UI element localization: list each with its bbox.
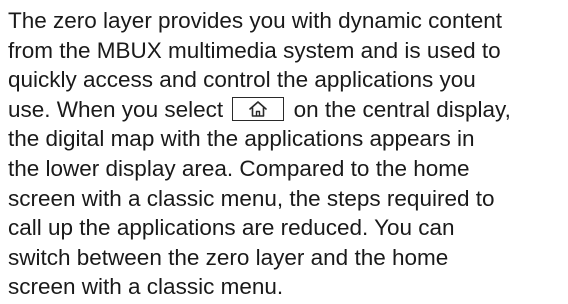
paragraph-line: switch between the zero layer and the ho…: [8, 244, 449, 270]
paragraph-line: The zero layer provides you with dynamic…: [8, 8, 502, 33]
instruction-paragraph: The zero layer provides you with dynamic…: [8, 6, 564, 302]
paragraph-line: call up the applications are reduced. Yo…: [8, 215, 455, 241]
paragraph-line: the digital map with the applications ap…: [8, 126, 475, 152]
home-button-symbol: [232, 96, 285, 121]
paragraph-line: the lower display area. Compared to the …: [8, 155, 470, 181]
paragraph-line: screen with a classic menu, the steps re…: [8, 185, 495, 211]
home-icon: [249, 101, 268, 117]
paragraph-line-segment: use. When you select: [8, 96, 224, 122]
paragraph-line: use. When you select on the central disp…: [8, 95, 564, 125]
paragraph-line-segment: on the central display,: [293, 96, 511, 122]
paragraph-line: quickly access and control the applicati…: [8, 67, 476, 93]
paragraph-line: from the MBUX multimedia system and is u…: [8, 37, 501, 63]
paragraph-line: screen with a classic menu.: [8, 274, 284, 300]
